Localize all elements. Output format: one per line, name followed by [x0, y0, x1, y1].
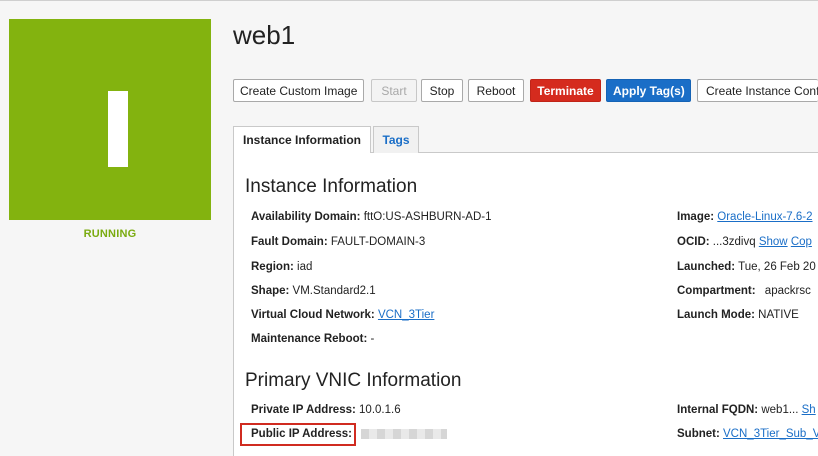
launch-mode-value: NATIVE	[758, 309, 799, 321]
subnet-field: Subnet: VCN_3Tier_Sub_V	[677, 428, 818, 440]
fault-domain-label: Fault Domain:	[251, 236, 328, 248]
terminate-button[interactable]: Terminate	[530, 79, 601, 102]
region-field: Region: iad	[251, 261, 312, 273]
shape-value: VM.Standard2.1	[292, 285, 376, 297]
maintenance-reboot-label: Maintenance Reboot:	[251, 333, 368, 345]
compartment-label: Compartment:	[677, 285, 756, 297]
shape-field: Shape: VM.Standard2.1	[251, 285, 376, 297]
private-ip-field: Private IP Address: 10.0.1.6	[251, 404, 401, 416]
compartment-field: Compartment: apackrsc	[677, 285, 811, 297]
top-border	[0, 0, 818, 1]
image-label: Image:	[677, 211, 715, 223]
shape-label: Shape:	[251, 285, 290, 297]
public-ip-highlight	[240, 423, 356, 446]
maintenance-reboot-value: -	[370, 333, 375, 345]
internal-fqdn-label: Internal FQDN:	[677, 404, 759, 416]
fault-domain-field: Fault Domain: FAULT-DOMAIN-3	[251, 236, 425, 248]
public-ip-redacted-value	[361, 428, 448, 439]
create-instance-configuration-button[interactable]: Create Instance Conf	[697, 79, 818, 102]
region-value: iad	[297, 261, 313, 273]
compartment-value: apackrsc	[764, 285, 811, 297]
private-ip-label: Private IP Address:	[251, 404, 356, 416]
launched-field: Launched: Tue, 26 Feb 20	[677, 261, 816, 273]
vcn-link[interactable]: VCN_3Tier	[378, 309, 434, 321]
availability-domain-field: Availability Domain: fttO:US-ASHBURN-AD-…	[251, 211, 492, 223]
internal-fqdn-field: Internal FQDN: web1... Sh	[677, 404, 816, 416]
instance-icon	[108, 91, 128, 167]
subnet-link[interactable]: VCN_3Tier_Sub_V	[723, 428, 818, 440]
tab-instance-information[interactable]: Instance Information	[233, 126, 371, 154]
private-ip-value: 10.0.1.6	[359, 404, 401, 416]
apply-tags-button[interactable]: Apply Tag(s)	[606, 79, 691, 102]
instance-status-label: RUNNING	[83, 228, 137, 240]
launch-mode-field: Launch Mode: NATIVE	[677, 309, 799, 321]
availability-domain-label: Availability Domain:	[251, 211, 361, 223]
ocid-field: OCID: ...3zdivq Show Cop	[677, 236, 812, 248]
region-label: Region:	[251, 261, 294, 273]
internal-fqdn-value: web1...	[761, 404, 799, 416]
vcn-field: Virtual Cloud Network: VCN_3Tier	[251, 309, 434, 321]
ocid-show-link[interactable]: Show	[759, 236, 788, 248]
stop-button[interactable]: Stop	[421, 79, 463, 102]
tab-tags[interactable]: Tags	[373, 126, 419, 153]
ocid-value: ...3zdivq	[712, 236, 756, 248]
ocid-label: OCID:	[677, 236, 710, 248]
availability-domain-value: fttO:US-ASHBURN-AD-1	[363, 211, 492, 223]
launch-mode-label: Launch Mode:	[677, 309, 755, 321]
maintenance-reboot-field: Maintenance Reboot: -	[251, 333, 374, 345]
internal-fqdn-show-link[interactable]: Sh	[802, 404, 816, 416]
primary-vnic-heading: Primary VNIC Information	[245, 370, 462, 391]
reboot-button[interactable]: Reboot	[468, 79, 524, 102]
launched-label: Launched:	[677, 261, 736, 273]
vcn-label: Virtual Cloud Network:	[251, 309, 375, 321]
instance-status-tile	[9, 19, 211, 220]
launched-value: Tue, 26 Feb 20	[738, 261, 816, 273]
start-button[interactable]: Start	[371, 79, 417, 102]
ocid-copy-link[interactable]: Cop	[791, 236, 812, 248]
subnet-label: Subnet:	[677, 428, 720, 440]
instance-information-heading: Instance Information	[245, 176, 418, 197]
create-custom-image-button[interactable]: Create Custom Image	[233, 79, 364, 102]
fault-domain-value: FAULT-DOMAIN-3	[330, 236, 426, 248]
page-title: web1	[233, 20, 296, 50]
image-field: Image: Oracle-Linux-7.6-2	[677, 211, 813, 223]
image-link[interactable]: Oracle-Linux-7.6-2	[717, 211, 812, 223]
